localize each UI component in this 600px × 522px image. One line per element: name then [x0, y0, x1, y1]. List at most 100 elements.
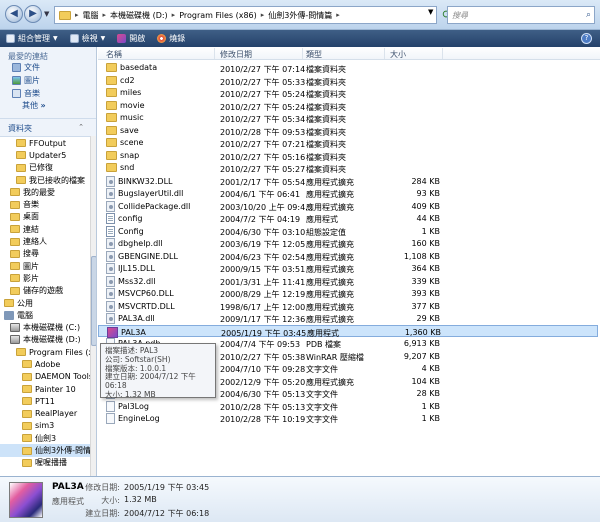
file-row[interactable]: CollidePackage.dll 2003/10/20 上午 09:4... 應… [98, 200, 598, 213]
file-row[interactable]: GBENGINE.DLL 2004/6/23 下午 02:54 應用程式擴充 1,10… [98, 250, 598, 263]
file-row[interactable]: cd2 2010/2/27 下午 05:33 檔案資料夾 [98, 75, 598, 88]
search-icon[interactable]: ⌕ [586, 10, 591, 20]
file-row[interactable]: scene 2010/2/27 下午 07:21 檔案資料夾 [98, 137, 598, 150]
tree-item[interactable]: RealPlayer [0, 408, 90, 420]
tree-item[interactable]: 我的最愛 [0, 186, 90, 198]
file-row[interactable]: PAL3A 2005/1/19 下午 03:45 應用程式 1,360 KB [98, 324, 598, 338]
chevron-right-icon[interactable]: ▸ [103, 11, 107, 19]
favorite-link-music[interactable]: 音樂 [0, 87, 96, 100]
column-divider[interactable] [384, 48, 385, 59]
tree-item[interactable]: sim3 [0, 420, 90, 432]
tree-item[interactable]: 圖片 [0, 260, 90, 272]
dropdown-arrow-icon: ▼ [100, 35, 106, 42]
chevron-up-icon[interactable]: ⌃ [78, 123, 84, 131]
burn-button[interactable]: 燒錄 [157, 33, 185, 44]
column-header-size[interactable]: 大小 [390, 49, 406, 60]
breadcrumb-current-folder[interactable]: 仙劍3外傳-問情篇 [268, 10, 332, 21]
open-button[interactable]: 開啟 [117, 33, 145, 44]
tree-item[interactable]: PT11 [0, 395, 90, 407]
tree-item[interactable]: 儲存的遊戲 [0, 285, 90, 297]
file-row[interactable]: Pal3Log 2010/2/28 下午 05:13 文字文件 1 KB [98, 400, 598, 413]
folders-heading[interactable]: 資料夾 ⌃ [0, 118, 96, 133]
file-name-cell: MSVCP60.DLL [106, 288, 174, 299]
tree-item[interactable]: Updater5 [0, 149, 90, 161]
file-row[interactable]: save 2010/2/28 下午 09:53 檔案資料夾 [98, 125, 598, 138]
file-row[interactable]: music 2010/2/27 下午 05:34 檔案資料夾 [98, 112, 598, 125]
column-divider[interactable] [442, 48, 443, 59]
file-row[interactable]: EngineLog 2010/2/28 下午 10:19 文字文件 1 KB [98, 412, 598, 425]
file-row[interactable]: PAL3A.dll 2009/1/17 下午 12:36 應用程式擴充 29 KB [98, 312, 598, 325]
column-header-name[interactable]: 名稱 [106, 49, 122, 60]
tree-item[interactable]: 仙劍3 [0, 432, 90, 444]
tree-item-label: 仙劍3外傳-問情篇 [35, 446, 90, 456]
tree-item[interactable]: 已修復 [0, 162, 90, 174]
file-row[interactable]: Config 2004/6/30 下午 03:10 組態設定值 1 KB [98, 225, 598, 238]
file-date: 2000/8/29 上午 12:19 [220, 290, 306, 299]
favorite-link-pictures[interactable]: 圖片 [0, 74, 96, 87]
chevron-right-icon[interactable]: ▸ [75, 11, 79, 19]
tree-item-label: DAEMON Tools [35, 372, 90, 382]
folder-icon [106, 88, 117, 97]
more-links-button[interactable]: 其他 » [0, 100, 96, 112]
tree-item[interactable]: 桌面 [0, 211, 90, 223]
chevron-right-icon[interactable]: ▸ [261, 11, 265, 19]
address-history-dropdown-icon[interactable]: ▼ [428, 8, 433, 16]
column-divider[interactable] [214, 48, 215, 59]
tree-item[interactable]: 公用 [0, 297, 90, 309]
search-input[interactable]: 搜尋 ⌕ [447, 6, 595, 24]
breadcrumb-drive-d[interactable]: 本機磁碟機 (D:) [110, 10, 168, 21]
recent-pages-dropdown-icon[interactable]: ▼ [44, 10, 49, 18]
forward-button[interactable]: ▶ [24, 5, 42, 23]
column-header-type[interactable]: 類型 [306, 49, 322, 60]
chevron-right-icon[interactable]: ▸ [172, 11, 176, 19]
file-row[interactable]: MSVCRTD.DLL 1998/6/17 上午 12:00 應用程式擴充 377 K… [98, 300, 598, 313]
tree-item[interactable]: 連絡人 [0, 235, 90, 247]
file-row[interactable]: MSVCP60.DLL 2000/8/29 上午 12:19 應用程式擴充 393 K… [98, 287, 598, 300]
file-row[interactable]: basedata 2010/2/27 下午 07:14 檔案資料夾 [98, 62, 598, 75]
file-row[interactable]: snd 2010/2/27 下午 05:27 檔案資料夾 [98, 162, 598, 175]
scrollbar-thumb[interactable] [91, 256, 96, 346]
back-button[interactable]: ◀ [5, 5, 23, 23]
tree-item[interactable]: 喔喔播播 [0, 457, 90, 469]
file-row[interactable]: IJL15.DLL 2000/9/15 下午 03:51 應用程式擴充 364 KB [98, 262, 598, 275]
tree-item[interactable]: 仙劍3外傳-問情篇 [0, 444, 90, 457]
file-size: 1,108 KB [403, 251, 440, 261]
file-row[interactable]: BINKW32.DLL 2001/2/17 下午 05:54 應用程式擴充 284 K… [98, 175, 598, 188]
organize-button[interactable]: 組合管理 ▼ [6, 33, 58, 44]
views-button[interactable]: 檢視 ▼ [69, 33, 106, 44]
tree-item[interactable]: FFOutput [0, 137, 90, 149]
favorite-link-documents[interactable]: 文件 [0, 61, 96, 74]
tree-item-label: 圖片 [23, 261, 39, 271]
breadcrumb-computer[interactable]: 電腦 [83, 10, 99, 21]
breadcrumb-program-files[interactable]: Program Files (x86) [179, 11, 257, 20]
folder-tree-scrollbar[interactable] [90, 136, 96, 476]
dll-file-icon [106, 250, 115, 262]
file-row[interactable]: config 2004/7/2 下午 04:19 應用程式 44 KB [98, 212, 598, 225]
tree-item[interactable]: DAEMON Tools [0, 371, 90, 383]
tree-item[interactable]: 電腦 [0, 309, 90, 321]
chevron-right-icon[interactable]: ▸ [336, 11, 340, 19]
file-row[interactable]: Mss32.dll 2001/3/31 上午 11:41 應用程式擴充 339 KB [98, 275, 598, 288]
music-icon [12, 89, 21, 98]
file-row[interactable]: miles 2010/2/27 下午 05:24 檔案資料夾 [98, 87, 598, 100]
tree-item[interactable]: 連結 [0, 223, 90, 235]
tree-item[interactable]: 本機磁碟機 (C:) [0, 321, 90, 333]
tree-item[interactable]: 我已接收的檔案 [0, 174, 90, 186]
tree-item[interactable]: 影片 [0, 272, 90, 284]
help-icon[interactable]: ? [581, 33, 592, 44]
tree-item[interactable]: 本機磁碟機 (D:) [0, 334, 90, 346]
tree-item[interactable]: 音樂 [0, 198, 90, 210]
file-date: 2004/6/23 下午 02:54 [220, 252, 306, 262]
address-path-box[interactable]: ▸ 電腦 ▸ 本機磁碟機 (D:) ▸ Program Files (x86) … [54, 6, 437, 24]
file-row[interactable]: snap 2010/2/27 下午 05:16 檔案資料夾 [98, 150, 598, 163]
file-row[interactable]: dbghelp.dll 2003/6/19 下午 12:05 應用程式擴充 160 K… [98, 237, 598, 250]
tree-item[interactable]: Adobe [0, 358, 90, 370]
column-divider[interactable] [302, 48, 303, 59]
file-row[interactable]: movie 2010/2/27 下午 05:24 檔案資料夾 [98, 100, 598, 113]
file-name-cell: movie [106, 100, 145, 110]
tree-item[interactable]: Painter 10 [0, 383, 90, 395]
column-header-date[interactable]: 修改日期 [220, 49, 252, 60]
tree-item[interactable]: Program Files (x86) [0, 346, 90, 358]
tree-item[interactable]: 搜尋 [0, 248, 90, 260]
file-row[interactable]: BugslayerUtil.dll 2004/6/1 下午 06:41 應用程式擴充… [98, 187, 598, 200]
